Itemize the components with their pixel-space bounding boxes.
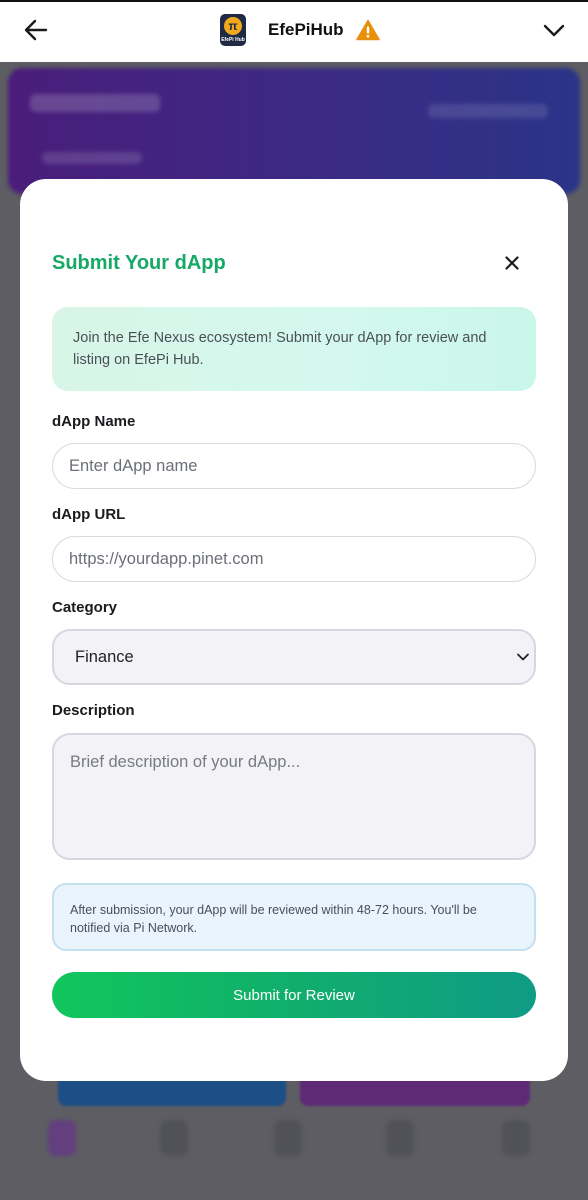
app-title: EfePiHub <box>268 20 344 39</box>
logo-text: EfePi Hub <box>221 37 245 43</box>
close-button[interactable] <box>500 251 524 275</box>
back-button[interactable] <box>20 14 52 46</box>
dapp-url-label: dApp URL <box>52 506 126 523</box>
background-banner-subtitle <box>42 152 142 164</box>
modal-title: Submit Your dApp <box>52 252 226 274</box>
chevron-down-icon <box>517 653 529 661</box>
description-label: Description <box>52 702 135 719</box>
background-nav-item <box>160 1120 188 1156</box>
background-banner-stat <box>428 104 548 118</box>
pi-logo-icon: π <box>224 17 242 35</box>
close-icon <box>505 256 519 270</box>
menu-dropdown-button[interactable] <box>540 16 568 44</box>
arrow-left-icon <box>24 19 48 41</box>
warning-triangle-icon[interactable] <box>355 19 380 41</box>
app-logo: π EfePi Hub <box>220 14 246 46</box>
background-nav-item <box>274 1120 302 1156</box>
review-notice: After submission, your dApp will be revi… <box>52 883 536 951</box>
category-label: Category <box>52 599 118 616</box>
intro-banner: Join the Efe Nexus ecosystem! Submit you… <box>52 307 536 391</box>
dapp-name-label: dApp Name <box>52 413 136 430</box>
background-nav-item <box>386 1120 414 1156</box>
category-select[interactable]: Finance <box>52 629 536 685</box>
submit-dapp-modal: Submit Your dApp Join the Efe Nexus ecos… <box>20 179 568 1081</box>
category-selected-value: Finance <box>75 648 134 666</box>
submit-for-review-button[interactable]: Submit for Review <box>52 972 536 1018</box>
top-bar: π EfePi Hub EfePiHub <box>0 0 588 62</box>
brand: π EfePi Hub EfePiHub <box>220 12 380 48</box>
chevron-down-icon <box>543 24 565 37</box>
background-banner <box>8 68 580 194</box>
dapp-url-input[interactable] <box>52 536 536 582</box>
dapp-name-input[interactable] <box>52 443 536 489</box>
background-banner-title <box>30 94 160 112</box>
description-textarea[interactable] <box>52 733 536 860</box>
background-nav-item <box>502 1120 530 1156</box>
background-nav-item <box>48 1120 76 1156</box>
